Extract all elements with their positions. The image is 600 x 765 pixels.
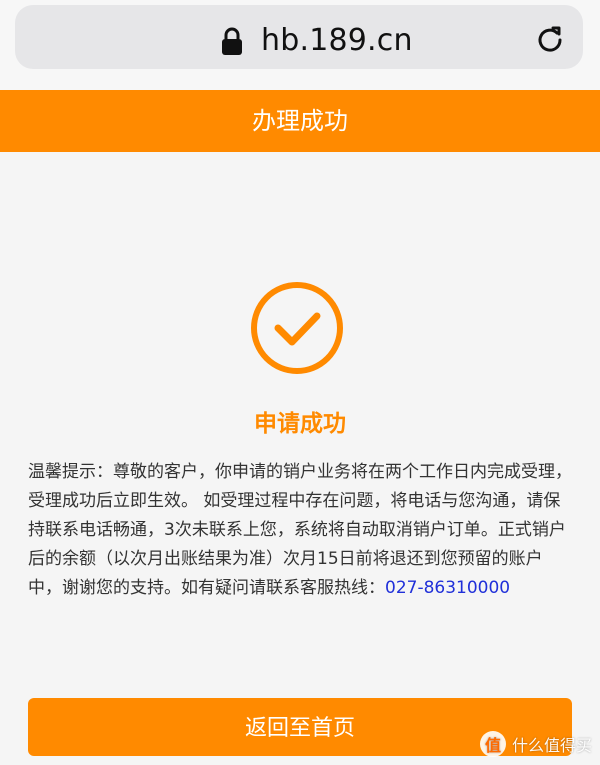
reload-icon[interactable] [533, 23, 567, 57]
watermark: 值 什么值得买 [479, 731, 592, 757]
notice-text: 温馨提示：尊敬的客户，你申请的销户业务将在两个工作日内完成受理，受理成功后立即生… [28, 458, 574, 603]
watermark-badge: 值 [479, 731, 506, 757]
success-title: 申请成功 [254, 411, 346, 437]
check-circle-icon [251, 282, 343, 374]
lock-icon [222, 27, 242, 55]
hotline-number[interactable]: 027-86310000 [385, 578, 510, 598]
url-text: hb.189.cn [261, 23, 413, 58]
page-title: 办理成功 [0, 90, 600, 152]
watermark-text: 什么值得买 [511, 736, 592, 755]
browser-toolbar: hb.189.cn [0, 0, 600, 90]
address-bar[interactable]: hb.189.cn [15, 5, 583, 69]
